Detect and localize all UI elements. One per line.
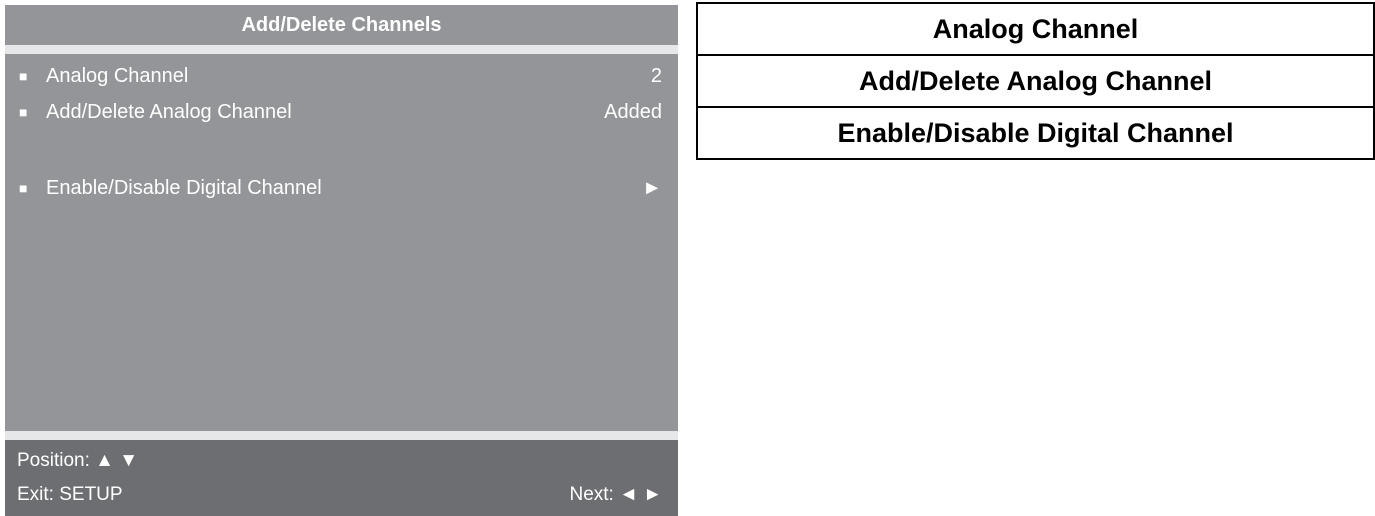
reference-row-add-delete-analog-channel: Add/Delete Analog Channel [698, 56, 1373, 108]
menu-item-value: Added [604, 101, 662, 123]
osd-menu-panel: Add/Delete Channels ■ Analog Channel 2 ■… [5, 5, 678, 516]
footer-divider [5, 431, 678, 440]
reference-row-enable-disable-digital-channel: Enable/Disable Digital Channel [698, 108, 1373, 160]
footer-exit-hint: Exit: SETUP [17, 484, 123, 505]
osd-footer: Position: ▲ ▼ Exit: SETUP Next: ◄ ► [5, 440, 678, 516]
bullet-icon: ■ [19, 68, 28, 84]
bullet-icon: ■ [19, 180, 28, 196]
page: Add/Delete Channels ■ Analog Channel 2 ■… [0, 0, 1375, 516]
title-divider [5, 45, 678, 54]
bullet-icon: ■ [19, 104, 28, 120]
submenu-arrow-icon: ► [642, 177, 662, 199]
osd-title: Add/Delete Channels [5, 5, 678, 45]
menu-item-add-delete-analog-channel[interactable]: ■ Add/Delete Analog Channel Added [5, 94, 678, 130]
reference-row-analog-channel: Analog Channel [698, 4, 1373, 56]
osd-menu-list: ■ Analog Channel 2 ■ Add/Delete Analog C… [5, 54, 678, 431]
footer-next-hint: Next: ◄ ► [569, 484, 662, 505]
menu-item-enable-disable-digital-channel[interactable]: ■ Enable/Disable Digital Channel ► [5, 170, 678, 206]
menu-item-label: Enable/Disable Digital Channel [46, 177, 322, 199]
footer-nav-row: Exit: SETUP Next: ◄ ► [17, 478, 662, 512]
reference-table: Analog Channel Add/Delete Analog Channel… [696, 2, 1375, 160]
menu-item-analog-channel[interactable]: ■ Analog Channel 2 [5, 58, 678, 94]
menu-item-value: 2 [650, 65, 662, 87]
menu-item-label: Add/Delete Analog Channel [46, 101, 292, 123]
menu-item-label: Analog Channel [46, 65, 189, 87]
footer-position-hint: Position: ▲ ▼ [17, 450, 139, 471]
